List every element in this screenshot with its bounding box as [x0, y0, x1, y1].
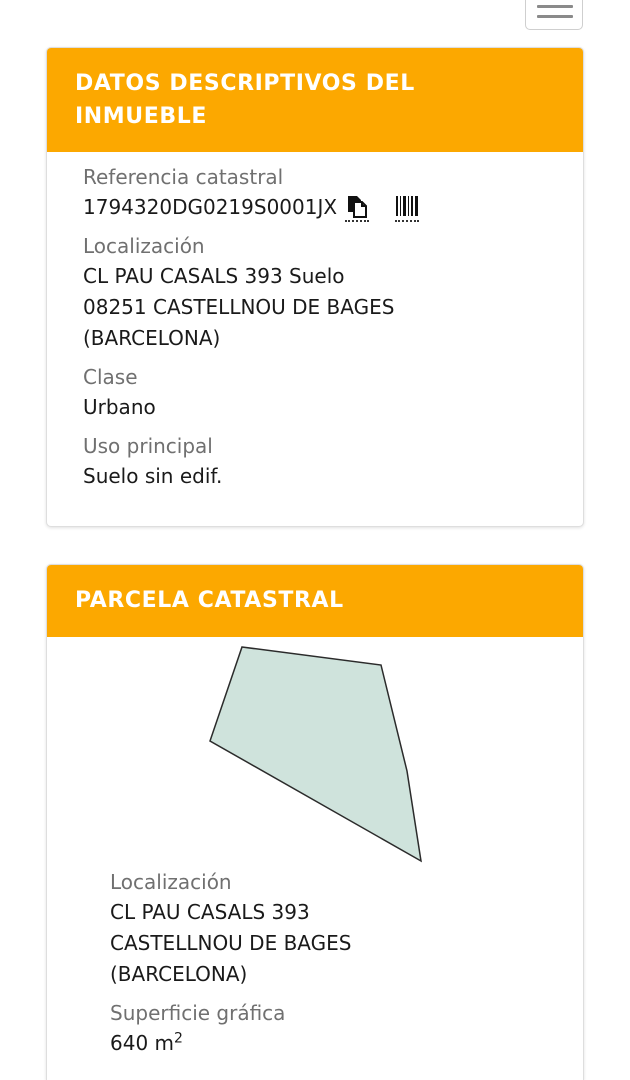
parcela-map[interactable]	[47, 637, 583, 867]
superficie-value: 640 m2	[110, 1028, 563, 1059]
clase-field: Clase Urbano	[83, 362, 563, 423]
parcela-card: PARCELA CATASTRAL Localización CL PAU CA…	[46, 564, 584, 1080]
parcela-card-body: Localización CL PAU CASALS 393 CASTELLNO…	[47, 867, 583, 1059]
localizacion-field: Localización CL PAU CASALS 393 Suelo 082…	[83, 231, 563, 354]
parcela-localizacion-field: Localización CL PAU CASALS 393 CASTELLNO…	[110, 867, 563, 990]
parcela-shape	[209, 646, 422, 863]
hamburger-menu-icon-bar	[537, 15, 573, 18]
uso-label: Uso principal	[83, 434, 213, 458]
parcela-localizacion-line-2: CASTELLNOU DE BAGES	[110, 931, 352, 955]
parcela-localizacion-label: Localización	[110, 870, 232, 894]
inmueble-card: DATOS DESCRIPTIVOS DEL INMUEBLE Referenc…	[46, 47, 584, 527]
superficie-field: Superficie gráfica 640 m2	[110, 998, 563, 1059]
localizacion-line-1: CL PAU CASALS 393 Suelo	[83, 264, 345, 288]
referencia-field: Referencia catastral 1794320DG0219S0001J…	[83, 162, 563, 223]
superficie-exponent: 2	[174, 1030, 183, 1047]
inmueble-card-header: DATOS DESCRIPTIVOS DEL INMUEBLE	[47, 48, 583, 152]
referencia-value: 1794320DG0219S0001JX	[83, 195, 338, 219]
barcode-icon[interactable]	[395, 194, 420, 222]
clase-label: Clase	[83, 365, 138, 389]
localizacion-line-2: 08251 CASTELLNOU DE BAGES	[83, 295, 395, 319]
clase-value: Urbano	[83, 395, 156, 419]
uso-value: Suelo sin edif.	[83, 464, 223, 488]
localizacion-line-3: (BARCELONA)	[83, 326, 221, 350]
parcela-localizacion-line-1: CL PAU CASALS 393	[110, 900, 310, 924]
parcela-card-header: PARCELA CATASTRAL	[47, 565, 583, 637]
menu-toggle-button[interactable]	[525, 0, 583, 30]
copy-icon[interactable]	[345, 194, 370, 222]
referencia-label: Referencia catastral	[83, 165, 284, 189]
localizacion-label: Localización	[83, 234, 205, 258]
uso-field: Uso principal Suelo sin edif.	[83, 431, 563, 492]
superficie-label: Superficie gráfica	[110, 1001, 286, 1025]
referencia-row: 1794320DG0219S0001JX	[83, 192, 563, 223]
parcela-localizacion-line-3: (BARCELONA)	[110, 962, 248, 986]
hamburger-menu-icon	[537, 5, 573, 8]
inmueble-card-body: Referencia catastral 1794320DG0219S0001J…	[47, 152, 583, 492]
superficie-number: 640 m	[110, 1031, 175, 1055]
